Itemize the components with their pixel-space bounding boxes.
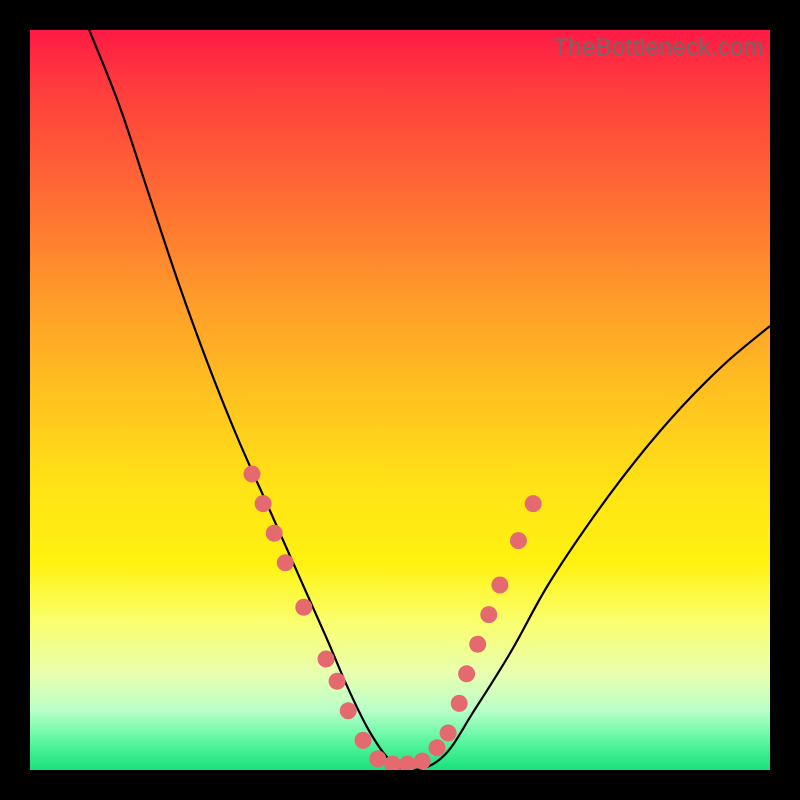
data-marker xyxy=(277,554,294,571)
data-marker xyxy=(318,651,335,668)
curve-layer xyxy=(30,30,770,770)
data-marker xyxy=(355,732,372,749)
data-marker xyxy=(480,606,497,623)
bottleneck-curve xyxy=(89,30,770,770)
data-marker xyxy=(510,532,527,549)
data-marker xyxy=(399,756,416,770)
chart-frame: { "watermark": "TheBottleneck.com", "col… xyxy=(0,0,800,800)
data-marker xyxy=(369,750,386,767)
data-marker xyxy=(451,695,468,712)
data-marker xyxy=(266,525,283,542)
data-marker xyxy=(295,599,312,616)
data-markers xyxy=(244,466,542,771)
data-marker xyxy=(340,702,357,719)
data-marker xyxy=(525,495,542,512)
data-marker xyxy=(244,466,261,483)
data-marker xyxy=(458,665,475,682)
watermark-text: TheBottleneck.com xyxy=(553,34,764,62)
data-marker xyxy=(414,753,431,770)
data-marker xyxy=(491,577,508,594)
data-marker xyxy=(440,725,457,742)
data-marker xyxy=(429,739,446,756)
data-marker xyxy=(329,673,346,690)
data-marker xyxy=(469,636,486,653)
plot-area: TheBottleneck.com xyxy=(30,30,770,770)
data-marker xyxy=(255,495,272,512)
